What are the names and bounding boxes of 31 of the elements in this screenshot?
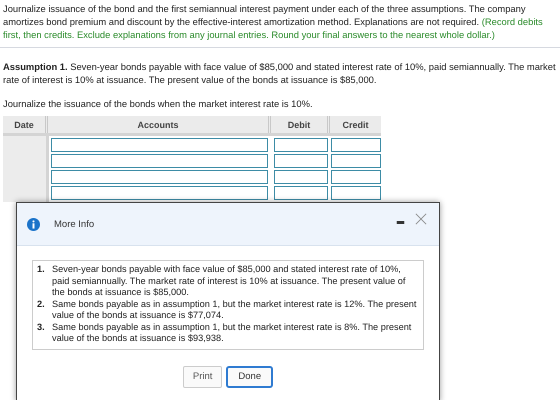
- column-header: Date: [3, 116, 48, 133]
- dialog-button[interactable]: Done: [226, 366, 274, 388]
- column-header: Accounts: [48, 116, 271, 133]
- column-header: Credit: [341, 118, 370, 132]
- credit-field[interactable]: [331, 170, 381, 184]
- account-field[interactable]: [51, 138, 268, 152]
- credit-field[interactable]: [331, 154, 381, 168]
- account-field[interactable]: [51, 154, 268, 168]
- instructions-text: Journalize issuance of the bond and the first semiannual interest payment under each of the three assumptions. The company amortizes bond premium and discount by the effective-interest amortization method. Explanations are not required. (Record debits first, then credits. Exclude explanations from any journal entries. Round your final answers to the nearest whole dollar.): [2, 2, 544, 41]
- dialog-button[interactable]: Print: [182, 366, 222, 388]
- account-field[interactable]: [51, 186, 268, 200]
- debit-field[interactable]: [274, 170, 328, 184]
- debit-field[interactable]: [274, 186, 328, 200]
- item-number: 2.: [37, 298, 46, 310]
- debit-field[interactable]: [274, 138, 328, 152]
- credit-field[interactable]: [331, 138, 381, 152]
- column-header: Debit: [271, 116, 330, 133]
- prompt-text: Journalize the issuance of the bonds when the market interest rate is 10%.: [2, 97, 314, 110]
- account-field[interactable]: [51, 170, 268, 184]
- credit-field[interactable]: [331, 186, 381, 200]
- item-number: 3.: [37, 322, 46, 334]
- info-icon: [27, 218, 40, 230]
- close-icon[interactable]: [415, 213, 427, 225]
- item-text: Seven-year bonds payable with face value of $85,000 and stated interest rate of 10%, paid semiannually. The market rate of interest is 10% at issuance. The present value of the bonds at issuance is $85,000.: [52, 264, 406, 298]
- assumption-text: Assumption 1. Seven-year bonds payable with face value of $85,000 and stated interest rate of 10%, paid semiannually. The market rate of interest is 10% at issuance. The present value of the bonds at issuance is $85,000.: [2, 60, 557, 86]
- item-text: Same bonds payable as in assumption 1, but the market interest rate is 8%. The present value of the bonds at issuance is $93,938.: [52, 322, 412, 344]
- item-number: 1.: [37, 264, 46, 276]
- minimize-icon[interactable]: [396, 220, 405, 224]
- item-text: Same bonds payable as in assumption 1, but the market interest rate is 12%. The present value of the bonds at issuance is $77,074.: [52, 298, 418, 322]
- debit-field[interactable]: [274, 154, 328, 168]
- dialog-title: More Info: [54, 218, 94, 230]
